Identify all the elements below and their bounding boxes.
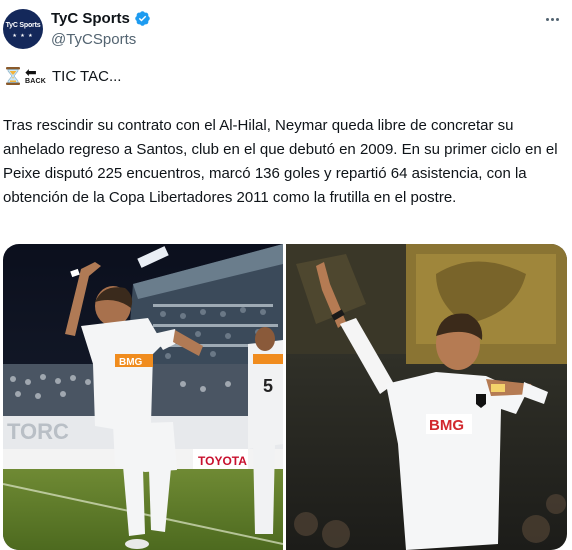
avatar-stars: ★ ★ ★ xyxy=(12,33,34,39)
verified-badge-icon xyxy=(135,11,150,26)
more-options-dot xyxy=(555,17,559,21)
tweet-header: TyC Sports ★ ★ ★ TyC Sports @TyCSports xyxy=(0,0,572,60)
banner-text: TORC xyxy=(7,419,69,444)
back-label: BACK xyxy=(25,78,47,85)
jersey-sponsor-right-text: BMG xyxy=(429,417,464,434)
jersey-number-text: 5 xyxy=(263,376,273,396)
name-row: TyC Sports xyxy=(51,10,151,27)
photo-right[interactable]: BMG xyxy=(286,244,567,550)
avatar-logo-text: TyC Sports xyxy=(5,22,41,29)
photo-right-illustration: BMG xyxy=(286,244,567,550)
jersey-sponsor-text: BMG xyxy=(119,357,143,368)
tweet-headline: ⬅ BACK TIC TAC... xyxy=(3,64,122,86)
display-name[interactable]: TyC Sports xyxy=(51,10,130,27)
back-arrow-glyph: ⬅ xyxy=(25,64,37,80)
more-options-icon xyxy=(545,17,549,21)
headline-text: TIC TAC... xyxy=(52,67,122,85)
handle[interactable]: @TyCSports xyxy=(51,31,136,48)
hourglass-icon xyxy=(6,67,20,85)
tweet-body: Tras rescindir su contrato con el Al-Hil… xyxy=(3,117,558,206)
tweet-media[interactable]: TORC TOYOTA BMG 5 BMG xyxy=(3,244,567,550)
more-options-button[interactable] xyxy=(538,8,566,30)
photo-left[interactable]: TORC TOYOTA BMG 5 xyxy=(3,244,283,550)
ad-board-text: TOYOTA xyxy=(198,454,247,468)
more-options-dot xyxy=(550,17,554,21)
back-arrow-icon: ⬅ BACK xyxy=(25,64,49,86)
avatar[interactable]: TyC Sports ★ ★ ★ xyxy=(3,9,43,49)
photo-left-illustration: TORC TOYOTA BMG 5 xyxy=(3,244,283,550)
